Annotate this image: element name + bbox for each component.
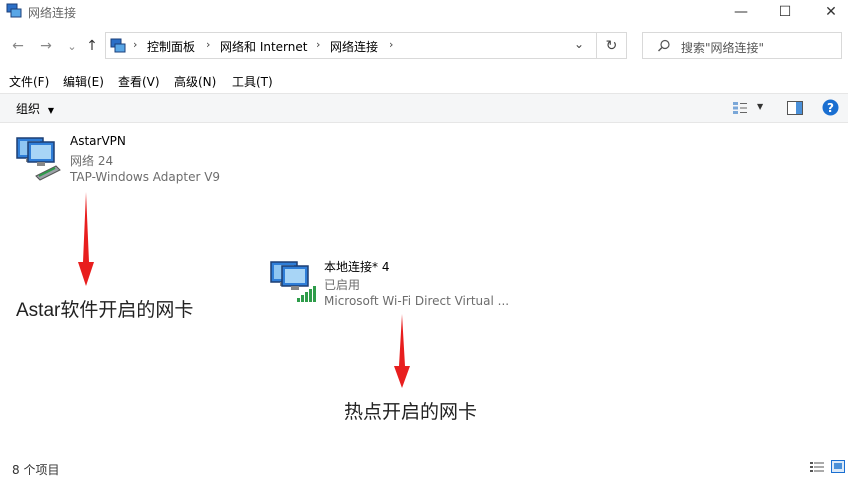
recent-locations-button[interactable]: ⌄ xyxy=(63,36,81,56)
wifi-adapter-icon xyxy=(270,261,316,302)
menu-advanced[interactable]: 高级(N) xyxy=(174,73,216,90)
breadcrumb-network-internet[interactable]: 网络和 Internet xyxy=(220,38,307,55)
chevron-right-icon: › xyxy=(316,38,321,51)
connection-device: Microsoft Wi-Fi Direct Virtual ... xyxy=(324,294,510,308)
caret-down-icon: ▼ xyxy=(47,106,54,115)
annotation-hotspot-label: 热点开启的网卡 xyxy=(344,402,478,423)
connection-item-astarvpn[interactable]: AstarVPN 网络 24 TAP-Windows Adapter V9 xyxy=(14,132,254,188)
menu-edit[interactable]: 编辑(E) xyxy=(63,73,104,90)
chevron-right-icon: › xyxy=(133,38,138,51)
command-bar: 组织 ▼ ▼ ? xyxy=(0,93,848,123)
preview-pane-icon[interactable] xyxy=(787,101,803,115)
connection-status: 已启用 xyxy=(324,278,361,292)
breadcrumb-control-panel[interactable]: 控制面板 xyxy=(147,38,195,55)
network-adapter-icon xyxy=(16,137,61,181)
change-view-icon[interactable] xyxy=(732,101,748,115)
minimize-button[interactable]: — xyxy=(718,0,764,24)
search-icon xyxy=(658,39,670,52)
chevron-right-icon: › xyxy=(389,38,394,51)
item-count: 8 个项目 xyxy=(12,463,60,477)
connection-name: 本地连接* 4 xyxy=(324,260,390,274)
address-dropdown-icon[interactable]: ⌄ xyxy=(574,37,584,51)
annotation-vpn-label: Astar软件开启的网卡 xyxy=(16,300,194,321)
network-connections-icon xyxy=(6,3,22,18)
menu-view[interactable]: 查看(V) xyxy=(118,73,160,90)
connection-status: 网络 24 xyxy=(70,154,114,168)
annotation-arrow-vpn xyxy=(78,192,94,286)
svg-text:?: ? xyxy=(827,101,834,115)
maximize-button[interactable]: ☐ xyxy=(762,0,808,24)
menu-file[interactable]: 文件(F) xyxy=(9,73,49,90)
help-icon[interactable]: ? xyxy=(822,99,839,116)
breadcrumb-network-connections[interactable]: 网络连接 xyxy=(330,38,378,55)
title-bar: 网络连接 — ☐ ✕ xyxy=(0,0,848,24)
annotation-arrow-hotspot xyxy=(394,314,410,388)
close-button[interactable]: ✕ xyxy=(808,0,848,24)
large-icons-view-icon[interactable] xyxy=(831,460,845,473)
control-panel-icon xyxy=(110,38,126,53)
connection-item-local-4[interactable]: 本地连接* 4 已启用 Microsoft Wi-Fi Direct Virtu… xyxy=(268,256,528,312)
up-button[interactable]: ↑ xyxy=(83,36,101,56)
view-options-caret-icon[interactable]: ▼ xyxy=(757,102,763,111)
organize-button[interactable]: 组织 ▼ xyxy=(16,100,54,117)
connection-device: TAP-Windows Adapter V9 xyxy=(70,170,221,184)
refresh-button[interactable]: ↻ xyxy=(597,32,627,59)
search-placeholder: 搜索"网络连接" xyxy=(681,41,765,55)
back-button[interactable]: ← xyxy=(9,36,27,56)
menu-tools[interactable]: 工具(T) xyxy=(232,73,273,90)
window-title: 网络连接 xyxy=(28,6,77,20)
organize-label: 组织 xyxy=(16,102,41,116)
chevron-right-icon: › xyxy=(206,38,211,51)
details-view-icon[interactable] xyxy=(810,461,824,473)
connection-name: AstarVPN xyxy=(70,134,126,148)
search-input[interactable]: 搜索"网络连接" xyxy=(642,32,842,59)
forward-button[interactable]: → xyxy=(37,36,55,56)
